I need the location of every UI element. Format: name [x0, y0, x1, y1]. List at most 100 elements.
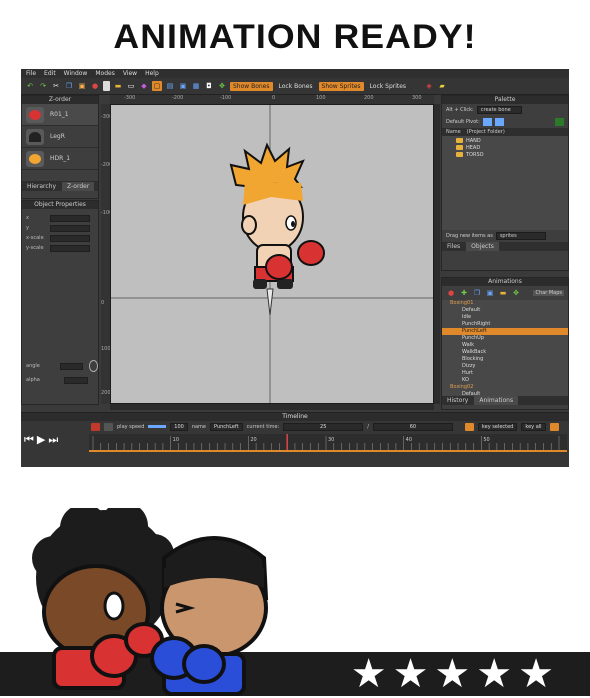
tab-animations[interactable]: Animations: [474, 396, 519, 405]
animation-group[interactable]: Boxing02: [442, 384, 568, 391]
key-icon[interactable]: [464, 422, 474, 431]
save-as-icon[interactable]: ◆: [139, 81, 149, 91]
x-scale-field[interactable]: [50, 234, 90, 242]
boxer-character[interactable]: [229, 142, 325, 316]
key-selected-button[interactable]: key selected: [477, 422, 518, 431]
add-anim-icon[interactable]: ✚: [459, 288, 469, 298]
animation-item[interactable]: WalkBack: [442, 349, 568, 356]
menu-help[interactable]: Help: [145, 70, 159, 77]
menu-file[interactable]: File: [26, 70, 36, 77]
col-name-header[interactable]: Name: [446, 129, 461, 135]
menu-view[interactable]: View: [123, 70, 137, 77]
y-scale-field[interactable]: [50, 244, 90, 252]
export-icon[interactable]: ▰: [437, 81, 447, 91]
redo-icon[interactable]: ↷: [38, 81, 48, 91]
angle-dial-icon[interactable]: [88, 360, 98, 372]
animation-group[interactable]: Boxing01: [442, 300, 568, 307]
tab-zorder[interactable]: Z-order: [62, 182, 95, 191]
expand-icon[interactable]: ✥: [217, 81, 227, 91]
x-field[interactable]: [50, 214, 90, 222]
animation-item[interactable]: Hurt: [442, 370, 568, 377]
menu-modes[interactable]: Modes: [95, 70, 114, 77]
show-bones-toggle[interactable]: Show Bones: [230, 81, 273, 91]
folder-row[interactable]: HEAD: [442, 144, 568, 151]
folder-row[interactable]: HAND: [442, 137, 568, 144]
animation-item[interactable]: Walk: [442, 342, 568, 349]
animation-item[interactable]: Default: [442, 307, 568, 314]
timeline-tick-label: 30: [328, 437, 334, 443]
ruler-top: -300 -200 -100 0 100 200 300: [110, 95, 434, 104]
key-all-button[interactable]: key all: [521, 422, 546, 431]
canvas-vscroll[interactable]: [434, 104, 440, 404]
animation-item[interactable]: PunchLeft: [442, 328, 568, 335]
skip-forward-icon[interactable]: ⏭: [48, 433, 58, 447]
zorder-item[interactable]: R01_1: [22, 104, 98, 126]
create-bone-select[interactable]: create bone: [476, 106, 522, 114]
animation-item[interactable]: PunchRight: [442, 321, 568, 328]
angle-field[interactable]: [59, 362, 83, 370]
alt-click-label: Alt + Click:: [446, 107, 474, 113]
play-speed-field[interactable]: 100: [170, 422, 188, 431]
y-field[interactable]: [50, 224, 90, 232]
key-options-icon[interactable]: [549, 422, 559, 431]
total-time-field[interactable]: 60: [372, 422, 453, 431]
tab-history[interactable]: History: [442, 396, 473, 405]
animation-item[interactable]: Blocking: [442, 356, 568, 363]
duplicate-anim-icon[interactable]: ❐: [472, 288, 482, 298]
save-icon[interactable]: ▭: [126, 81, 136, 91]
loop-button[interactable]: [104, 422, 113, 431]
animations-title: Animations: [442, 278, 568, 286]
folder-anim-icon[interactable]: ▬: [498, 288, 508, 298]
pivot-icon[interactable]: [482, 118, 492, 126]
animation-item[interactable]: KO: [442, 377, 568, 384]
zorder-item[interactable]: LegR: [22, 126, 98, 148]
menu-edit[interactable]: Edit: [44, 70, 56, 77]
lock-bones-toggle[interactable]: Lock Bones: [276, 82, 316, 91]
drag-as-select[interactable]: sprites: [495, 232, 546, 240]
alpha-field[interactable]: [64, 376, 88, 384]
tab-hierarchy[interactable]: Hierarchy: [22, 182, 61, 191]
pivot-icon-2[interactable]: [494, 118, 504, 126]
animation-item[interactable]: Dizzy: [442, 363, 568, 370]
play-icon[interactable]: ▶: [37, 433, 45, 447]
record-button[interactable]: [91, 422, 100, 431]
animation-name-field[interactable]: PunchLeft: [210, 422, 243, 431]
select-mode-icon[interactable]: ▢: [152, 81, 162, 91]
refresh-icon[interactable]: [555, 118, 564, 126]
remove-anim-icon[interactable]: ●: [446, 288, 456, 298]
col-project-header[interactable]: (Project Folder): [467, 129, 505, 135]
tab-objects[interactable]: Objects: [466, 242, 499, 251]
timeline-track[interactable]: 10 20 30 40 50: [89, 434, 567, 452]
skip-back-icon[interactable]: ⏮: [24, 433, 34, 447]
delete-icon[interactable]: ●: [90, 81, 100, 91]
zorder-item[interactable]: HDR_1: [22, 148, 98, 170]
zorder-item[interactable]: [22, 170, 98, 182]
char-maps-button[interactable]: Char Maps: [533, 290, 564, 296]
animation-item[interactable]: PunchUp: [442, 335, 568, 342]
play-speed-slider[interactable]: [148, 425, 167, 428]
settings-icon[interactable]: ◈: [424, 81, 434, 91]
copy-anim-icon[interactable]: ▣: [485, 288, 495, 298]
object-properties-panel: Object Properties x y x-scale y-scale an…: [21, 200, 99, 405]
copy-icon[interactable]: ❐: [64, 81, 74, 91]
fit-view-icon[interactable]: ▣: [178, 81, 188, 91]
canvas-hscroll[interactable]: [110, 404, 434, 410]
cut-icon[interactable]: ✂: [51, 81, 61, 91]
camera-icon[interactable]: ◘: [204, 81, 214, 91]
current-time-field[interactable]: 25: [283, 422, 364, 431]
open-folder-icon[interactable]: ▬: [113, 81, 123, 91]
new-file-icon[interactable]: [103, 81, 110, 91]
animation-item[interactable]: Idle: [442, 314, 568, 321]
lock-sprites-toggle[interactable]: Lock Sprites: [367, 82, 410, 91]
show-sprites-toggle[interactable]: Show Sprites: [318, 81, 364, 91]
folder-row[interactable]: TORSO: [442, 151, 568, 158]
menu-window[interactable]: Window: [64, 70, 88, 77]
paste-icon[interactable]: ▣: [77, 81, 87, 91]
tab-files[interactable]: Files: [442, 242, 465, 251]
zorder-panel: Z-order R01_1 LegR HDR_1 Hierarchy Z-ord…: [21, 95, 99, 199]
expand-anim-icon[interactable]: ✥: [511, 288, 521, 298]
undo-icon[interactable]: ↶: [25, 81, 35, 91]
grid-icon[interactable]: ▦: [191, 81, 201, 91]
scene-canvas[interactable]: [110, 104, 434, 404]
bone-mode-icon[interactable]: ▤: [165, 81, 175, 91]
